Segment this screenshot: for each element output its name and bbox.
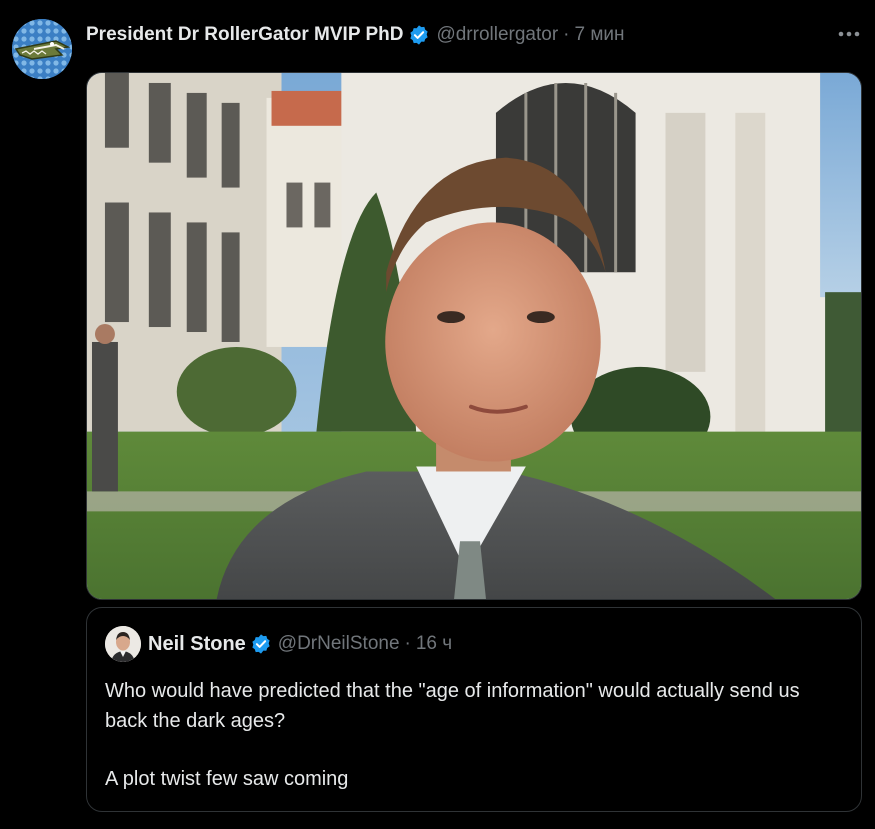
quoted-tweet-text: Who would have predicted that the "age o… xyxy=(105,676,845,794)
quoted-tweet-paragraph: Who would have predicted that the "age o… xyxy=(105,680,800,732)
separator-dot: · xyxy=(404,633,411,654)
quoted-author-handle[interactable]: @DrNeilStone xyxy=(278,633,400,655)
person-avatar-image xyxy=(105,626,141,662)
author-name[interactable]: President Dr RollerGator MVIP PhD xyxy=(86,24,403,46)
quoted-tweet-header: Neil Stone @DrNeilStone · 16 ч xyxy=(105,626,452,662)
quoted-tweet-card[interactable]: Neil Stone @DrNeilStone · 16 ч Who would… xyxy=(86,607,862,812)
alligator-avatar-image xyxy=(12,19,72,79)
author-avatar[interactable] xyxy=(12,19,72,79)
post-header: President Dr RollerGator MVIP PhD @drrol… xyxy=(86,22,625,48)
verified-badge-icon xyxy=(408,24,430,46)
quoted-author-avatar[interactable] xyxy=(105,626,141,662)
post-media-photo[interactable] xyxy=(86,72,862,600)
verified-badge-icon xyxy=(250,633,272,655)
portrait-photo-image xyxy=(87,73,861,599)
post-timestamp[interactable]: 7 мин xyxy=(575,24,625,46)
quoted-tweet-timestamp[interactable]: 16 ч xyxy=(416,633,452,655)
quoted-tweet-paragraph: A plot twist few saw coming xyxy=(105,768,349,790)
quoted-author-name[interactable]: Neil Stone xyxy=(148,633,246,656)
author-handle[interactable]: @drrollergator xyxy=(436,24,558,46)
more-horizontal-icon xyxy=(838,31,860,37)
separator-dot: · xyxy=(563,24,570,45)
more-options-button[interactable] xyxy=(837,24,861,44)
